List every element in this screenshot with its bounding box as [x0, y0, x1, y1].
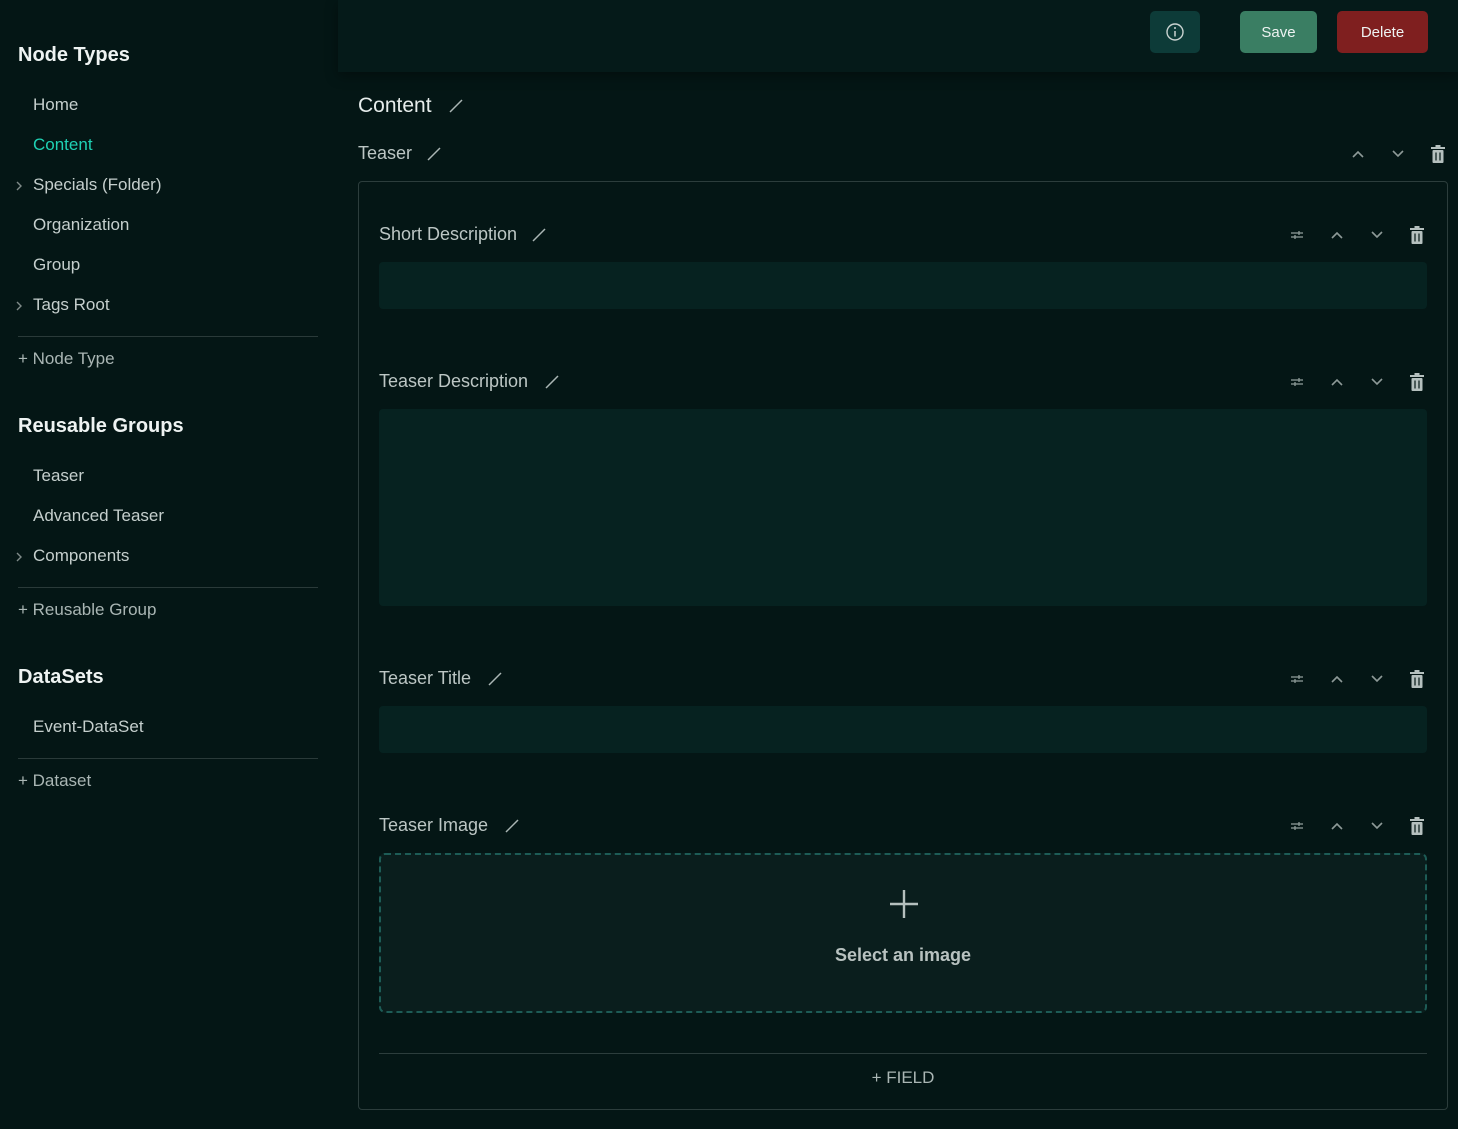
edit-pencil-icon[interactable] — [425, 145, 443, 163]
field-label-text: Short Description — [379, 224, 518, 244]
select-image-label: Select an image — [834, 945, 972, 965]
datasets-heading: DataSets — [18, 666, 104, 688]
reusable-groups-heading: Reusable Groups — [18, 415, 184, 437]
chevron-up-icon — [1331, 378, 1343, 386]
sliders-icon — [1291, 822, 1303, 830]
sidebar-item-group[interactable]: Group — [33, 255, 80, 275]
edit-pencil-icon[interactable] — [486, 670, 504, 688]
chevron-up-icon — [1331, 675, 1343, 683]
add-reusable-group-link[interactable]: + Reusable Group — [18, 600, 156, 620]
delete-field-button[interactable] — [1406, 815, 1428, 837]
chevron-up-icon — [1331, 231, 1343, 239]
sliders-icon — [1291, 231, 1303, 239]
sliders-icon — [1291, 378, 1303, 386]
sidebar-item-tags-root[interactable]: Tags Root — [33, 295, 110, 315]
move-down-button[interactable] — [1366, 815, 1388, 837]
field-settings-button[interactable] — [1286, 815, 1308, 837]
chevron-down-icon — [1392, 150, 1404, 158]
field-label-text: Teaser Description — [379, 371, 529, 391]
info-icon — [1166, 23, 1184, 41]
delete-field-button[interactable] — [1406, 224, 1428, 246]
save-button[interactable]: Save — [1240, 11, 1317, 53]
info-button[interactable] — [1150, 11, 1200, 53]
move-up-button[interactable] — [1326, 371, 1348, 393]
move-down-button[interactable] — [1366, 224, 1388, 246]
move-up-button[interactable] — [1326, 815, 1348, 837]
add-field-button[interactable]: + FIELD — [359, 1068, 1447, 1088]
teaser-description-textarea[interactable] — [379, 409, 1427, 606]
sidebar-item-organization[interactable]: Organization — [33, 215, 129, 235]
field-label-short-description: Short Description — [379, 224, 548, 245]
sidebar-item-advanced-teaser[interactable]: Advanced Teaser — [33, 506, 164, 526]
chevron-down-icon — [1371, 822, 1383, 830]
sidebar-item-content[interactable]: Content — [33, 135, 93, 155]
sidebar-item-teaser[interactable]: Teaser — [33, 466, 84, 486]
edit-pencil-icon[interactable] — [503, 817, 521, 835]
field-label-text: Teaser Title — [379, 668, 472, 688]
divider — [18, 336, 318, 337]
chevron-up-icon — [1331, 822, 1343, 830]
sidebar: Node Types Home Content Specials (Folder… — [0, 0, 338, 1129]
trash-icon — [1410, 817, 1424, 835]
chevron-right-icon[interactable] — [14, 299, 24, 313]
image-dropzone[interactable]: Select an image — [379, 853, 1427, 1013]
trash-icon — [1410, 373, 1424, 391]
delete-button[interactable]: Delete — [1337, 11, 1428, 53]
sliders-icon — [1291, 675, 1303, 683]
move-down-button[interactable] — [1366, 668, 1388, 690]
move-up-button[interactable] — [1326, 224, 1348, 246]
move-up-button[interactable] — [1326, 668, 1348, 690]
divider — [18, 587, 318, 588]
move-down-button[interactable] — [1366, 371, 1388, 393]
node-types-heading: Node Types — [18, 44, 130, 66]
edit-pencil-icon[interactable] — [447, 97, 465, 115]
field-label-teaser-image: Teaser Image — [379, 815, 521, 836]
field-label-teaser-title: Teaser Title — [379, 668, 504, 689]
group-title: Teaser — [358, 143, 443, 164]
chevron-up-icon — [1352, 150, 1364, 158]
divider — [379, 1053, 1427, 1054]
group-title-text: Teaser — [358, 143, 413, 163]
delete-field-button[interactable] — [1406, 371, 1428, 393]
sidebar-item-components[interactable]: Components — [33, 546, 129, 566]
sidebar-item-specials-folder[interactable]: Specials (Folder) — [33, 175, 162, 195]
move-up-button[interactable] — [1347, 143, 1369, 165]
page-title: Content — [358, 94, 465, 118]
group-fields-container: Short Description Teaser Description Tea… — [358, 181, 1448, 1110]
field-label-teaser-description: Teaser Description — [379, 371, 561, 392]
delete-group-button[interactable] — [1427, 143, 1449, 165]
trash-icon — [1431, 145, 1445, 163]
chevron-down-icon — [1371, 378, 1383, 386]
field-settings-button[interactable] — [1286, 371, 1308, 393]
top-toolbar: Save Delete — [338, 0, 1458, 72]
chevron-right-icon[interactable] — [14, 179, 24, 193]
divider — [18, 758, 318, 759]
add-node-type-link[interactable]: + Node Type — [18, 349, 115, 369]
short-description-input[interactable] — [379, 262, 1427, 309]
add-dataset-link[interactable]: + Dataset — [18, 771, 91, 791]
plus-icon — [890, 890, 918, 918]
chevron-down-icon — [1371, 231, 1383, 239]
teaser-title-input[interactable] — [379, 706, 1427, 753]
edit-pencil-icon[interactable] — [530, 226, 548, 244]
delete-field-button[interactable] — [1406, 668, 1428, 690]
page-title-text: Content — [358, 94, 432, 117]
trash-icon — [1410, 670, 1424, 688]
sidebar-item-home[interactable]: Home — [33, 95, 78, 115]
chevron-down-icon — [1371, 675, 1383, 683]
trash-icon — [1410, 226, 1424, 244]
field-settings-button[interactable] — [1286, 668, 1308, 690]
move-down-button[interactable] — [1387, 143, 1409, 165]
chevron-right-icon[interactable] — [14, 550, 24, 564]
sidebar-item-event-dataset[interactable]: Event-DataSet — [33, 717, 144, 737]
field-label-text: Teaser Image — [379, 815, 489, 835]
field-settings-button[interactable] — [1286, 224, 1308, 246]
edit-pencil-icon[interactable] — [543, 373, 561, 391]
